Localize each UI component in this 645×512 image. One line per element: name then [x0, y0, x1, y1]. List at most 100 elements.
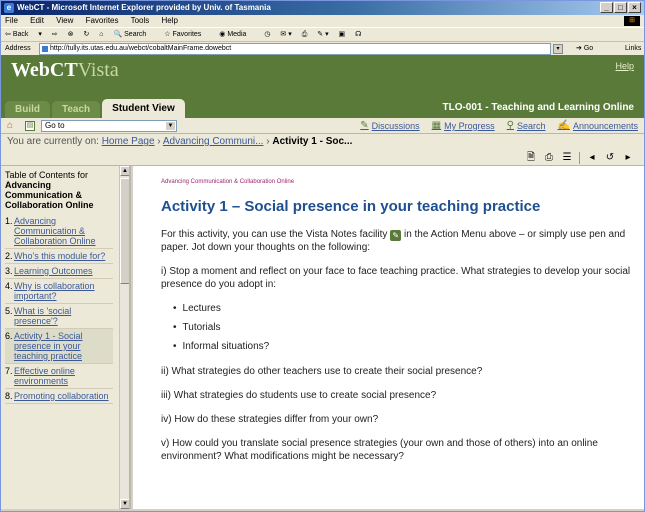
edit-icon[interactable]: ✎ ▾ — [317, 31, 328, 38]
address-bar: Address http://tully.its.utas.edu.au/web… — [1, 41, 644, 55]
breadcrumb-prefix: You are currently on: — [7, 136, 99, 147]
my-progress-link[interactable]: ▦ My Progress — [432, 120, 495, 132]
menu-file[interactable]: File — [5, 16, 18, 25]
discuss-icon[interactable]: ▣ — [339, 31, 346, 38]
breadcrumb-home-link[interactable]: Home Page — [102, 136, 155, 147]
favorites-label: Favorites — [172, 31, 202, 38]
brand-main: WebCT — [11, 59, 78, 81]
goto-select[interactable]: Go to ▼ — [41, 120, 177, 132]
announcements-label: Announcements — [572, 121, 638, 131]
help-link[interactable]: Help — [615, 61, 634, 71]
activity-page: Advancing Communication & Collaboration … — [161, 178, 631, 474]
home-icon[interactable]: ⌂ — [7, 121, 17, 131]
list-item: Tutorials — [173, 321, 631, 334]
window-title: WebCT - Microsoft Internet Explorer prov… — [17, 3, 271, 12]
toc-item[interactable]: 1. Advancing Communication & Collaboratio… — [5, 214, 113, 249]
media-button[interactable]: ◉ Media — [219, 31, 254, 38]
toc-item[interactable]: 7. Effective online environments — [5, 364, 113, 389]
menu-edit[interactable]: Edit — [30, 16, 44, 25]
table-of-contents: Table of Contents for Advancing Communic… — [1, 166, 131, 509]
divider — [579, 152, 580, 164]
go-button[interactable]: ➔ Go — [576, 42, 593, 56]
print-action-icon[interactable]: ⎙ — [543, 152, 555, 164]
search-button[interactable]: 🔍 Search — [113, 31, 154, 38]
breadcrumb-section-link[interactable]: Advancing Communi... — [163, 136, 264, 147]
search-link[interactable]: ⚲ Search — [507, 120, 546, 132]
action-bar: 🗎 ⎙ ☰ ◂ ↺ ▸ — [1, 150, 644, 166]
back-button[interactable]: ⇦ Back ▾ — [5, 31, 42, 38]
scroll-up-icon[interactable]: ▲ — [120, 166, 129, 176]
mail-icon[interactable]: ✉ ▾ — [280, 31, 291, 38]
toc-item-number: 6. — [5, 331, 13, 341]
toc-item-link[interactable]: Advancing Communication & Collaboration … — [14, 216, 113, 246]
tab-student-view[interactable]: Student View — [102, 99, 185, 118]
links-button[interactable]: Links — [625, 42, 641, 56]
menu-help[interactable]: Help — [162, 16, 178, 25]
print-icon[interactable]: ⎙ — [302, 31, 308, 38]
go-label: Go — [583, 45, 594, 52]
toc-item[interactable]: 5. What is 'social presence'? — [5, 304, 113, 329]
content-frame: Advancing Communication & Collaboration … — [133, 166, 644, 509]
minimize-button[interactable]: _ — [600, 2, 613, 13]
list-item: Lectures — [173, 302, 631, 315]
list-item: Informal situations? — [173, 340, 631, 353]
address-dropdown-icon[interactable]: ▾ — [553, 44, 563, 54]
tab-teach[interactable]: Teach — [52, 101, 101, 118]
menu-tools[interactable]: Tools — [131, 16, 150, 25]
nav-links: ✎ Discussions ▦ My Progress ⚲ Search ✍ Annou… — [360, 120, 638, 132]
refresh-icon[interactable]: ↻ — [83, 31, 89, 38]
webct-header: WebCTVista Help Build Teach Student View… — [1, 55, 644, 118]
maximize-button[interactable]: □ — [614, 2, 627, 13]
tab-build[interactable]: Build — [5, 101, 50, 118]
question-3: iii) What strategies do students use to … — [161, 390, 437, 401]
next-icon[interactable]: ▸ — [622, 152, 634, 164]
toc-item-link[interactable]: Learning Outcomes — [14, 266, 93, 276]
search-label: Search — [124, 31, 147, 38]
toc-item[interactable]: 4. Why is collaboration important? — [5, 279, 113, 304]
toc-item-link[interactable]: Who's this module for? — [14, 251, 105, 261]
home-page-icon[interactable]: ⌂ — [99, 31, 103, 38]
favorites-button[interactable]: ☆ Favorites — [164, 31, 209, 38]
messenger-icon[interactable]: ☊ — [355, 31, 361, 38]
toc-item-link[interactable]: Why is collaboration important? — [14, 281, 113, 301]
toc-item-current[interactable]: 6. Activity 1 - Social presence in your t… — [5, 329, 113, 364]
toc-item-number: 1. — [5, 216, 13, 226]
toc-item[interactable]: 8. Promoting collaboration — [5, 389, 113, 404]
menu-view[interactable]: View — [56, 16, 73, 25]
breadcrumb-current: Activity 1 - Soc... — [272, 136, 353, 147]
toc-item-link[interactable]: Effective online environments — [14, 366, 113, 386]
menu-bar: File Edit View Favorites Tools Help ⊞ — [1, 15, 644, 27]
close-button[interactable]: × — [628, 2, 641, 13]
action-menu-icon[interactable]: ☰ — [561, 152, 573, 164]
toc-item[interactable]: 2. Who's this module for? — [5, 249, 113, 264]
my-progress-label: My Progress — [444, 121, 495, 131]
intro-paragraph: For this activity, you can use the Vista… — [161, 228, 631, 254]
address-input[interactable]: http://tully.its.utas.edu.au/webct/cobal… — [39, 43, 551, 55]
reload-icon[interactable]: ↺ — [604, 152, 616, 164]
media-label: Media — [227, 31, 247, 38]
forward-button[interactable]: ⇨ — [52, 31, 58, 38]
stop-icon[interactable]: ⊗ — [68, 31, 74, 38]
history-icon[interactable]: ◷ — [264, 31, 270, 38]
notes-action-icon[interactable]: 🗎 — [525, 152, 537, 164]
menu-favorites[interactable]: Favorites — [86, 16, 119, 25]
goto-icon[interactable]: ▤ — [25, 121, 35, 131]
announcements-link[interactable]: ✍ Announcements — [558, 120, 639, 132]
scroll-down-icon[interactable]: ▼ — [120, 499, 129, 509]
course-nav-bar: ⌂ ▤ Go to ▼ ✎ Discussions ▦ My Progress ⚲ S… — [1, 118, 644, 134]
vista-notes-icon[interactable]: ✎ — [390, 230, 402, 241]
discussions-label: Discussions — [371, 121, 420, 131]
browser-toolbar: ⇦ Back ▾ ⇨ ⊗ ↻ ⌂ 🔍 Search ☆ Favorites ◉ … — [1, 27, 644, 41]
previous-icon[interactable]: ◂ — [586, 152, 598, 164]
action-icons: 🗎 ⎙ ☰ ◂ ↺ ▸ — [525, 152, 634, 164]
toc-item[interactable]: 3. Learning Outcomes — [5, 264, 113, 279]
toc-item-link[interactable]: What is 'social presence'? — [14, 306, 113, 326]
toc-item-number: 2. — [5, 251, 13, 261]
toc-item-link[interactable]: Promoting collaboration — [14, 391, 109, 401]
toc-item-link[interactable]: Activity 1 - Social presence in your tea… — [14, 331, 113, 361]
role-tabs: Build Teach Student View — [5, 99, 187, 118]
intro-text-a: For this activity, you can use the Vista… — [161, 229, 388, 240]
discussions-link[interactable]: ✎ Discussions — [360, 120, 419, 132]
scroll-thumb[interactable] — [120, 178, 129, 284]
toc-scrollbar[interactable]: ▲ ▼ — [119, 166, 129, 509]
